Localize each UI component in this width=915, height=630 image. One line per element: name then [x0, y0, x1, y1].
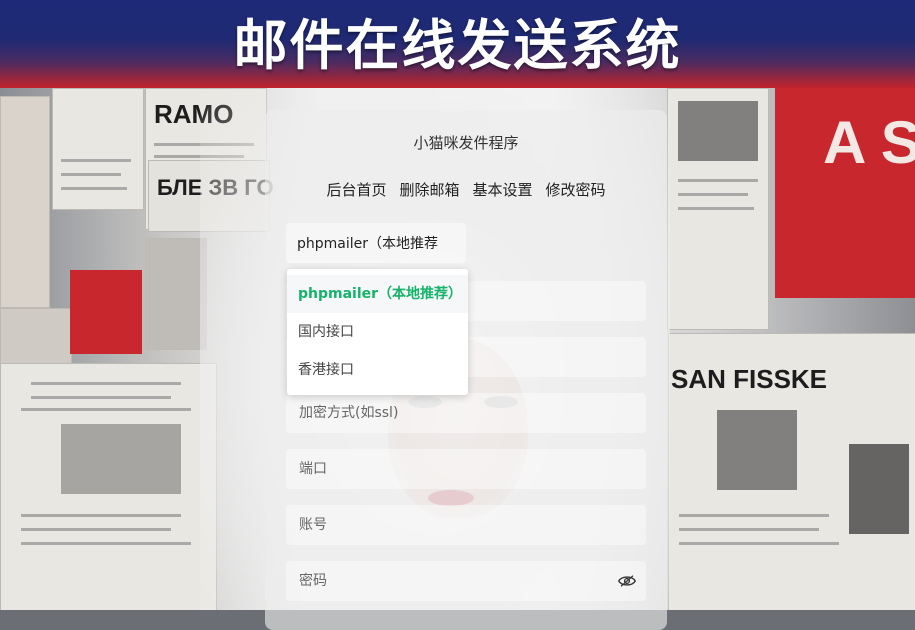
dropdown-option-domestic[interactable]: 国内接口	[287, 313, 468, 351]
bg-paper: SAN FISSKE	[668, 333, 915, 610]
dropdown-option-hongkong[interactable]: 香港接口	[287, 351, 468, 389]
bg-paper	[667, 88, 769, 330]
nav-link-basic-settings[interactable]: 基本设置	[473, 179, 533, 200]
interface-dropdown: phpmailer（本地推荐） 国内接口 香港接口	[287, 269, 468, 395]
site-title: 邮件在线发送系统	[233, 12, 682, 77]
dropdown-option-phpmailer[interactable]: phpmailer（本地推荐）	[287, 275, 468, 313]
encryption-input[interactable]	[297, 404, 635, 422]
bg-paper	[0, 363, 217, 610]
bg-paper	[0, 96, 50, 308]
nav-link-delete-mailbox[interactable]: 删除邮箱	[399, 179, 459, 200]
bg-paper	[52, 88, 144, 210]
eye-icon[interactable]	[618, 573, 636, 589]
card-nav: 后台首页 删除邮箱 基本设置 修改密码	[265, 179, 667, 200]
card-title: 小猫咪发件程序	[413, 134, 519, 152]
poster-headline: SAN FISSKE	[671, 364, 828, 394]
port-input[interactable]	[297, 460, 635, 478]
account-input[interactable]	[297, 516, 635, 534]
password-input[interactable]	[297, 572, 635, 590]
nav-link-dashboard[interactable]: 后台首页	[326, 179, 386, 200]
bg-paper	[145, 238, 207, 350]
bg-red-poster	[70, 270, 142, 354]
account-field[interactable]	[286, 505, 646, 545]
interface-select[interactable]: phpmailer（本地推荐	[286, 223, 466, 263]
poster-headline: A S	[823, 109, 915, 176]
bg-red-poster: A S	[775, 88, 915, 298]
port-field[interactable]	[286, 449, 646, 489]
password-field[interactable]	[286, 561, 646, 601]
interface-select-value: phpmailer（本地推荐	[297, 236, 439, 252]
encryption-field[interactable]	[286, 393, 646, 433]
nav-link-change-password[interactable]: 修改密码	[546, 179, 606, 200]
header-banner: 邮件在线发送系统	[0, 0, 915, 88]
